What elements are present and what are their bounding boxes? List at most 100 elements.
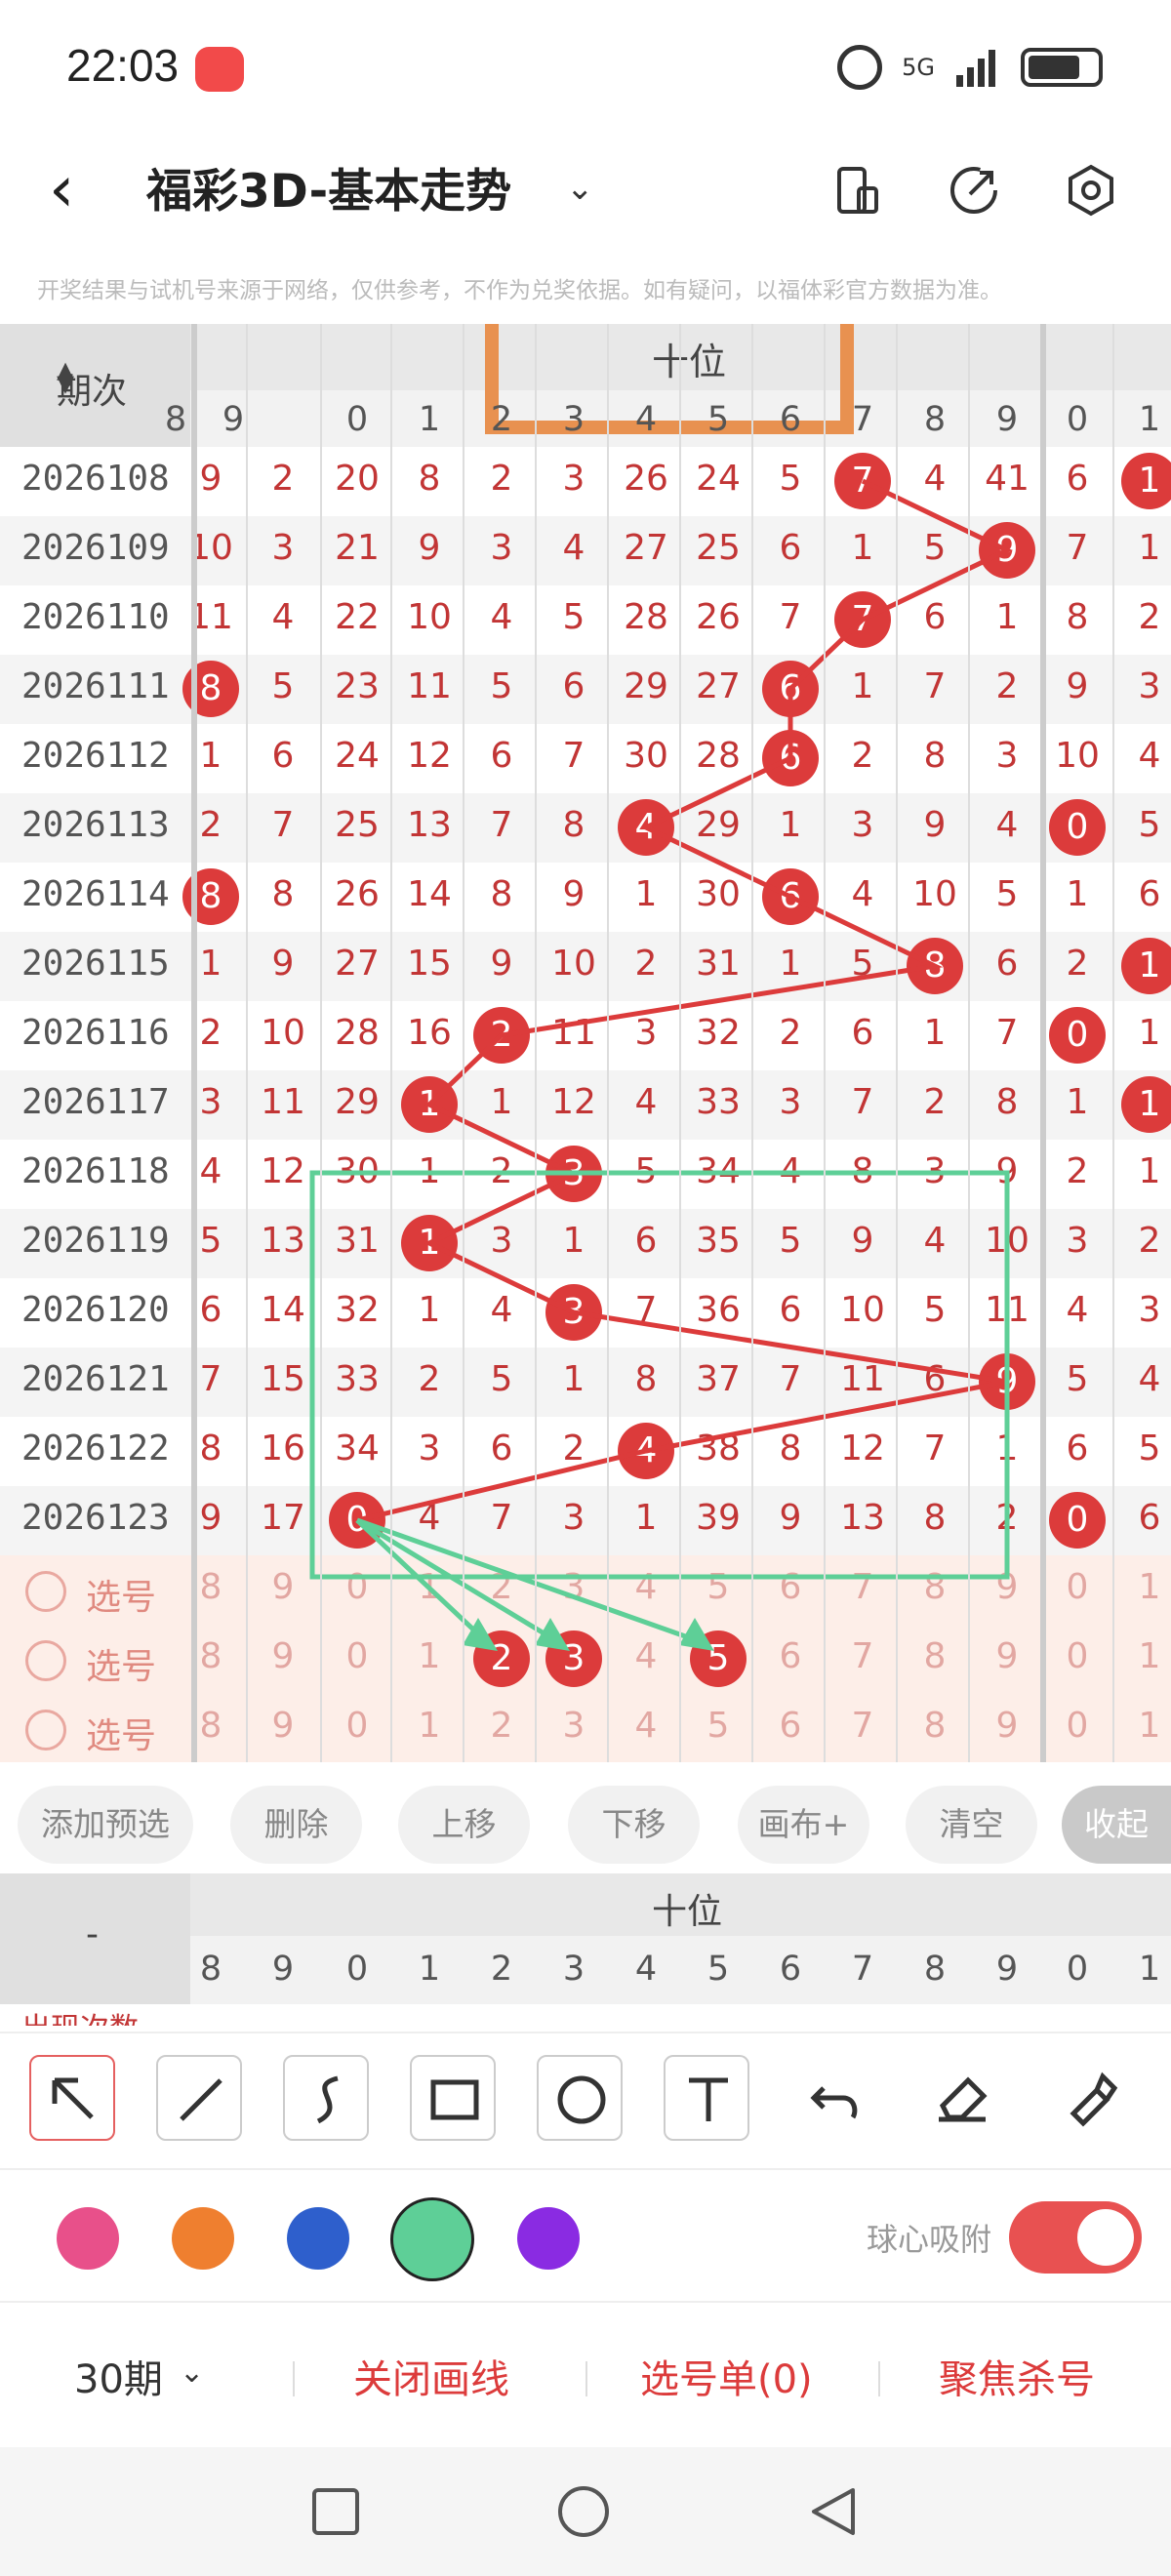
color-swatch[interactable] [57, 2207, 119, 2270]
column-divider [1112, 324, 1114, 1762]
color-swatch[interactable] [390, 2197, 474, 2281]
header-digit: 6 [779, 400, 802, 439]
stats-digit: 1 [418, 1950, 441, 1989]
period-chevron-icon[interactable]: ⌄ [180, 2355, 204, 2390]
header-digit: 8 [923, 400, 947, 439]
trend-line [356, 478, 1013, 1523]
divider [586, 2361, 587, 2396]
column-divider [968, 324, 970, 1762]
stats-count-label: 出现次数 [21, 2004, 139, 2026]
arrow-select-icon[interactable] [29, 2055, 115, 2141]
header-digit: 2 [490, 400, 513, 439]
header-digit: 1 [418, 400, 441, 439]
column-divider [896, 324, 898, 1762]
column-divider [751, 324, 753, 1762]
header-digit: 0 [1066, 400, 1089, 439]
header: ‹ 福彩3D-基本走势 ⌄ [0, 141, 1171, 251]
stats-digit: 1 [1138, 1950, 1161, 1989]
battery-icon [1021, 48, 1103, 87]
delete-button[interactable]: 删除 [230, 1786, 362, 1864]
drawing-tools [0, 2032, 1171, 2168]
stats-digit: 0 [345, 1950, 369, 1989]
stats-corner: - [0, 1873, 190, 2004]
header-digit: 0 [345, 400, 369, 439]
column-divider [679, 324, 681, 1762]
action-bar: 30期 ⌄ 关闭画线 选号单(0) 聚焦杀号 [0, 2301, 1171, 2447]
column-divider [463, 324, 464, 1762]
stats-digit: 5 [707, 1950, 730, 1989]
color-swatch[interactable] [172, 2207, 234, 2270]
home-icon[interactable] [556, 2484, 611, 2539]
header-digit: 9 [222, 400, 245, 439]
settings-icon[interactable] [1064, 163, 1118, 218]
column-divider [535, 324, 537, 1762]
column-divider [390, 324, 392, 1762]
undo-icon[interactable] [792, 2055, 878, 2141]
line-icon[interactable] [156, 2055, 242, 2141]
share-icon[interactable] [947, 163, 1001, 218]
signal-icon [956, 50, 995, 87]
collapse-button[interactable]: 收起 [1062, 1786, 1171, 1864]
curve-icon[interactable] [283, 2055, 369, 2141]
eraser-icon[interactable] [919, 2055, 1005, 2141]
column-divider [607, 324, 609, 1762]
network-label: 5G [902, 54, 935, 81]
stats-digit: 2 [490, 1950, 513, 1989]
pick-list-button[interactable]: 选号单(0) [640, 2348, 813, 2404]
recent-apps-icon[interactable] [310, 2486, 361, 2537]
header-digit: 1 [1138, 400, 1161, 439]
snap-toggle[interactable] [1009, 2201, 1142, 2274]
back-arrow-icon[interactable]: ‹ [49, 157, 74, 221]
color-swatch[interactable] [287, 2207, 349, 2270]
page-title: 福彩3D-基本走势 [146, 165, 512, 219]
stats-dash: - [86, 1914, 99, 1954]
header-digit: 7 [851, 400, 874, 439]
stats-table: - 十位 8 9 0 1 2 3 4 5 6 7 8 9 0 1 出现次数 [0, 1873, 1171, 2030]
column-divider [246, 324, 248, 1762]
chevron-down-icon[interactable]: ⌄ [566, 169, 594, 208]
text-icon[interactable] [664, 2055, 749, 2141]
focus-kill-button[interactable]: 聚焦杀号 [939, 2348, 1095, 2404]
divider [293, 2361, 295, 2396]
stats-digit: 9 [271, 1950, 295, 1989]
status-bar: 22:03 5G [0, 0, 1171, 141]
header-digit: 4 [634, 400, 658, 439]
stats-digit: 8 [199, 1950, 222, 1989]
canvas-plus-button[interactable]: 画布+ [738, 1786, 869, 1864]
divider [878, 2361, 880, 2396]
circle-icon[interactable] [537, 2055, 623, 2141]
clear-button[interactable]: 清空 [906, 1786, 1037, 1864]
green-arrowhead [535, 1618, 570, 1651]
brush-icon[interactable] [1046, 2055, 1132, 2141]
back-nav-icon[interactable] [808, 2484, 859, 2539]
trend-table[interactable]: 期次 ▴ ▾ 十位 2026108 9 2 20 8 2 3 26 24 5 7 4 41 6 1 202610… [0, 324, 1171, 1762]
move-up-button[interactable]: 上移 [398, 1786, 530, 1864]
column-divider [320, 324, 322, 1762]
snap-to-center-label: 球心吸附 [867, 2221, 992, 2258]
stats-digit: 3 [562, 1950, 586, 1989]
header-digit: 9 [995, 400, 1019, 439]
phone-layout-icon[interactable] [829, 163, 884, 218]
stats-digit: 0 [1066, 1950, 1089, 1989]
edit-toolbar: 添加预选 删除 上移 下移 画布+ 清空 收起 [0, 1766, 1171, 1873]
stats-ten-header: 十位 [652, 1892, 723, 1932]
header-digit: 3 [562, 400, 586, 439]
header-digit: 5 [707, 400, 730, 439]
app-notification-icon [195, 47, 244, 92]
period-select[interactable]: 30期 [74, 2348, 163, 2404]
column-divider [824, 324, 826, 1762]
move-down-button[interactable]: 下移 [568, 1786, 700, 1864]
app-screen: { "status_bar": {"time": "22:03", "netwo… [0, 0, 1171, 2576]
stats-digit: 7 [851, 1950, 874, 1989]
disclaimer-text: 开奖结果与试机号来源于网络，仅供参考，不作为兑奖依据。如有疑问，以福体彩官方数据… [37, 278, 1002, 303]
green-rectangle-drawing [309, 1170, 1010, 1580]
column-divider [1040, 324, 1046, 1762]
color-swatch[interactable] [517, 2207, 580, 2270]
drawing-overlay[interactable] [0, 324, 1171, 1762]
status-icons: 5G [837, 45, 1103, 90]
rectangle-icon[interactable] [410, 2055, 496, 2141]
stats-digit: 8 [923, 1950, 947, 1989]
add-preselect-button[interactable]: 添加预选 [18, 1786, 193, 1864]
color-palette: 球心吸附 [0, 2168, 1171, 2301]
close-lines-button[interactable]: 关闭画线 [353, 2348, 509, 2404]
